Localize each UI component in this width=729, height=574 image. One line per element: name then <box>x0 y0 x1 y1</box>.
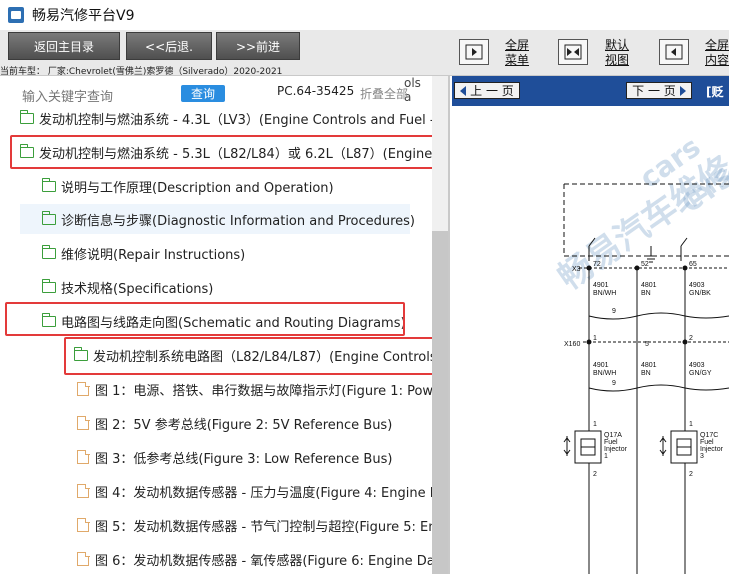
wire-label: GN/GY <box>689 370 712 377</box>
panel-right-icon <box>665 44 683 60</box>
component-label: Fuel <box>604 439 618 446</box>
clipped-text: ols a <box>404 76 421 104</box>
component-label: 3 <box>700 453 704 460</box>
tree-item[interactable]: 发动机控制与燃油系统 - 4.3L（LV3）(Engine Controls a… <box>19 103 447 133</box>
window-title: 畅易汽修平台V9 <box>32 8 135 24</box>
document-code: PC.64-35425 <box>277 84 355 98</box>
tree-item[interactable]: 图 5：发动机数据传感器 - 节气门控制与超控(Figure 5: En <box>77 510 437 540</box>
tree-item[interactable]: 图 2：5V 参考总线(Figure 2: 5V Reference Bus) <box>77 408 392 438</box>
pin-label: 2 <box>689 471 693 478</box>
folder-icon <box>19 109 34 124</box>
diagram-viewer: 上 一 页 下 一 页 [贬 畅易汽车维修 cars CYS X3 X160 7… <box>452 76 729 574</box>
pin-label: 52 <box>641 261 649 268</box>
pin-label: 2 <box>689 335 693 342</box>
pin-label: 5 <box>645 341 649 348</box>
pin-label: 1 <box>593 335 597 342</box>
gauge-label: 9 <box>612 380 616 387</box>
component-label: Fuel <box>700 439 714 446</box>
wire-label: 4901 <box>593 282 609 289</box>
component-label: Q17C <box>700 432 718 439</box>
tree-item[interactable]: 维修说明(Repair Instructions) <box>41 238 245 268</box>
wire-label: BN <box>641 290 651 297</box>
wire-label: 4903 <box>689 362 705 369</box>
default-view-icon-button[interactable] <box>558 39 588 65</box>
tree-item[interactable]: 技术规格(Specifications) <box>41 272 213 302</box>
folder-icon <box>41 177 56 192</box>
scrollbar-thumb[interactable] <box>432 231 448 574</box>
title-bar: 畅易汽修平台V9 <box>0 0 729 30</box>
default-view-link[interactable]: 默认 视图 <box>605 38 629 68</box>
tree-item[interactable]: 图 1：电源、搭铁、串行数据与故障指示灯(Figure 1: Powe <box>77 374 441 404</box>
arrow-right-icon <box>679 85 686 96</box>
document-icon <box>77 415 90 430</box>
document-icon <box>77 517 90 532</box>
viewer-nav-bar: 上 一 页 下 一 页 [贬 <box>452 76 729 106</box>
panel-left-icon <box>465 44 483 60</box>
back-button[interactable]: <<后退. <box>126 32 212 60</box>
fullscreen-menu-icon-button[interactable] <box>459 39 489 65</box>
pin-label: 65 <box>689 261 697 268</box>
viewer-nav-extra: [贬 <box>706 85 724 99</box>
prev-page-button[interactable]: 上 一 页 <box>454 82 520 99</box>
highlight-box <box>64 337 434 375</box>
collapse-all-link[interactable]: 折叠全部 <box>360 85 408 102</box>
tree-item[interactable]: 图 4：发动机数据传感器 - 压力与温度(Figure 4: Engine D <box>77 476 440 506</box>
fullscreen-menu-link[interactable]: 全屏 菜单 <box>505 38 529 68</box>
component-label: Q17A <box>604 432 622 439</box>
tree-item[interactable]: 图 3：低参考总线(Figure 3: Low Reference Bus) <box>77 442 392 472</box>
pin-label: 1 <box>689 421 693 428</box>
component-label: 1 <box>604 453 608 460</box>
wire-label: BN/WH <box>593 370 616 377</box>
wire-label: BN/WH <box>593 290 616 297</box>
wire-label: BN <box>641 370 651 377</box>
folder-icon <box>41 244 56 259</box>
arrow-left-icon <box>460 85 467 96</box>
split-view-icon <box>564 44 582 60</box>
gauge-label: 9 <box>612 308 616 315</box>
wire-label: 4903 <box>689 282 705 289</box>
forward-button[interactable]: >>前进 <box>216 32 300 60</box>
fullscreen-content-icon-button[interactable] <box>659 39 689 65</box>
wiring-schematic: X3 X160 72 52 65 1 5 2 4901 BN/WH 4801 B… <box>563 183 729 574</box>
document-icon <box>77 449 90 464</box>
wire-label: GN/BK <box>689 290 711 297</box>
wire-label: 4801 <box>641 282 657 289</box>
highlight-box <box>10 135 444 169</box>
tree-item[interactable]: 诊断信息与步骤(Diagnostic Information and Proce… <box>20 204 415 234</box>
tree-panel: ols a 输入关键字查询 查询 PC.64-35425 折叠全部 发动机控制与… <box>0 76 450 574</box>
toolbar: 返回主目录 <<后退. >>前进 当前车型： 厂家:Chevrolet(雪佛兰)… <box>0 30 729 77</box>
document-icon <box>77 381 90 396</box>
pin-label: 2 <box>593 471 597 478</box>
component-label: Injector <box>700 446 724 453</box>
search-button[interactable]: 查询 <box>181 85 225 102</box>
app-logo-icon <box>8 7 24 23</box>
component-label: Injector <box>604 446 628 453</box>
pin-label: 72 <box>593 261 601 268</box>
folder-icon <box>41 210 56 225</box>
wire-label: 4801 <box>641 362 657 369</box>
highlight-box <box>5 302 405 336</box>
home-button[interactable]: 返回主目录 <box>8 32 120 60</box>
fullscreen-content-link[interactable]: 全屏 内容 <box>705 38 729 68</box>
tree-item[interactable]: 说明与工作原理(Description and Operation) <box>41 171 334 201</box>
folder-icon <box>41 278 56 293</box>
connector-label: X3 <box>572 266 581 273</box>
connector-label: X160 <box>564 341 580 348</box>
tree-item[interactable]: 图 6：发动机数据传感器 - 氧传感器(Figure 6: Engine Dat <box>77 544 440 574</box>
document-icon <box>77 483 90 498</box>
pin-label: 1 <box>593 421 597 428</box>
wire-label: 4901 <box>593 362 609 369</box>
next-page-button[interactable]: 下 一 页 <box>626 82 692 99</box>
document-icon <box>77 551 90 566</box>
